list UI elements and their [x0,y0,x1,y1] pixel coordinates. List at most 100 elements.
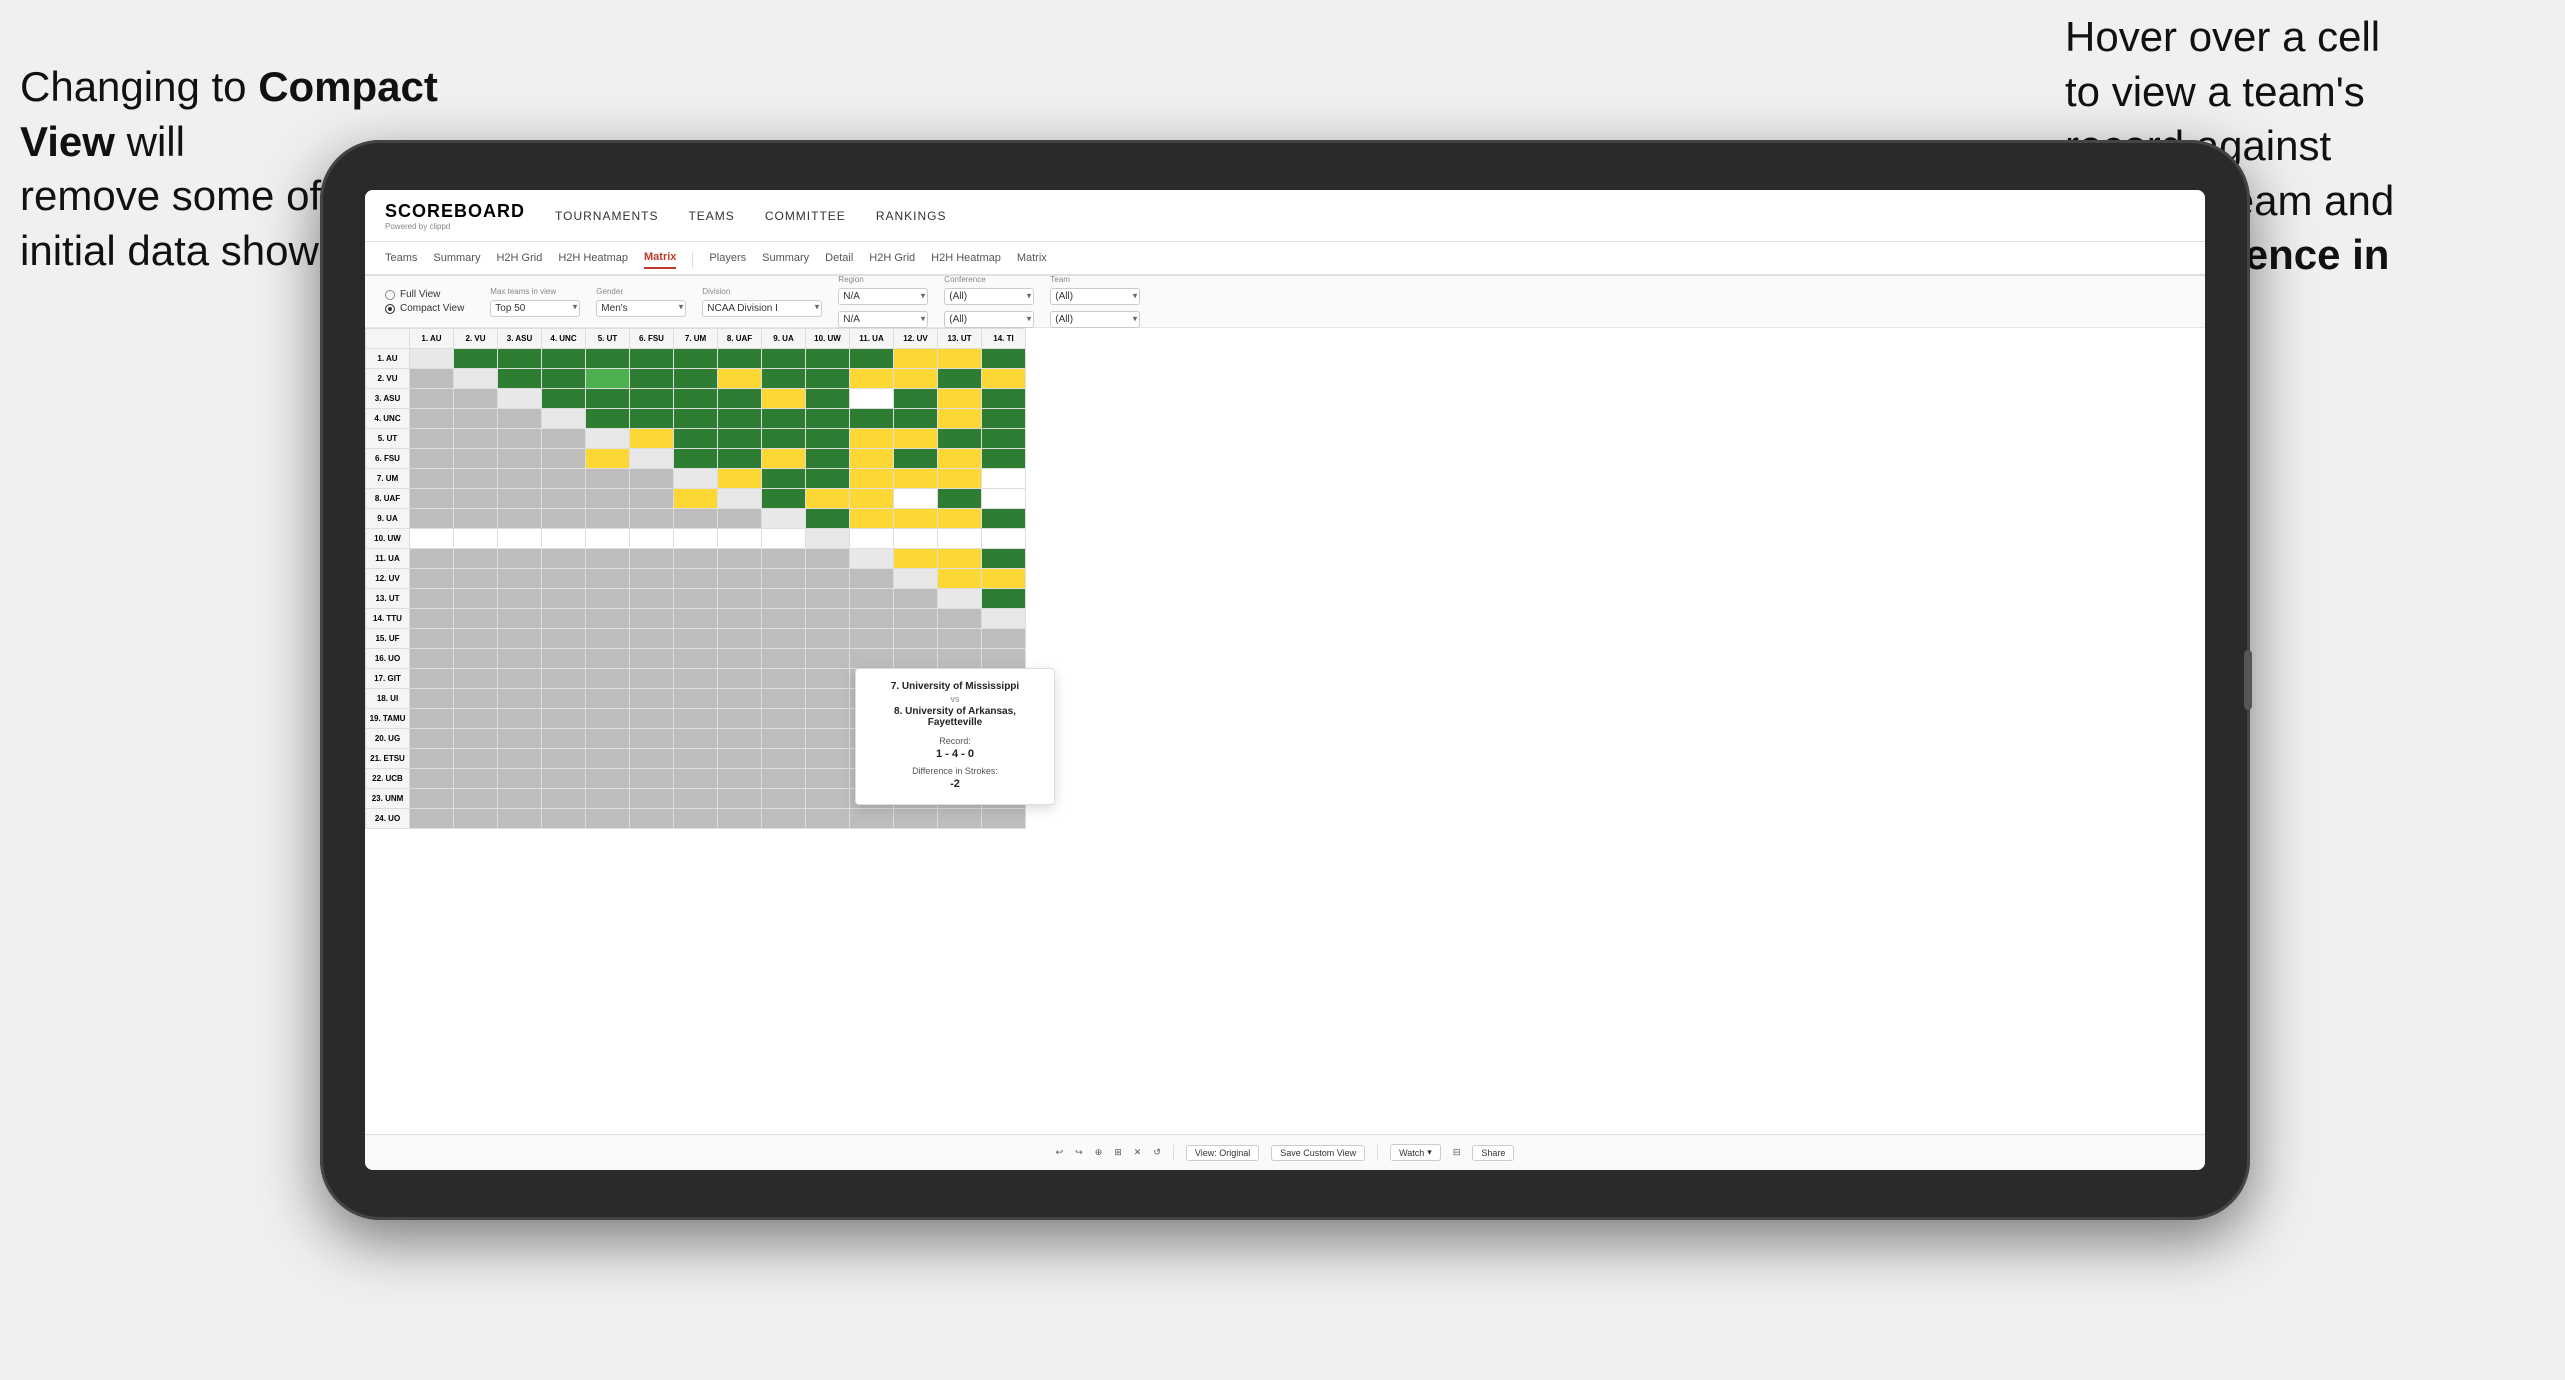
matrix-cell[interactable] [674,369,718,389]
matrix-cell[interactable] [630,549,674,569]
matrix-cell[interactable] [542,709,586,729]
matrix-cell[interactable] [498,809,542,829]
matrix-cell[interactable] [982,809,1026,829]
matrix-cell[interactable] [938,429,982,449]
matrix-cell[interactable] [762,449,806,469]
matrix-cell[interactable] [894,809,938,829]
matrix-cell[interactable] [674,429,718,449]
matrix-cell[interactable] [454,749,498,769]
matrix-cell[interactable] [498,649,542,669]
matrix-cell[interactable] [586,509,630,529]
matrix-cell[interactable] [762,809,806,829]
matrix-cell[interactable] [542,689,586,709]
matrix-cell[interactable] [674,409,718,429]
matrix-cell[interactable] [498,489,542,509]
matrix-cell[interactable] [410,529,454,549]
matrix-cell[interactable] [586,389,630,409]
matrix-scroll[interactable]: 1. AU 2. VU 3. ASU 4. UNC 5. UT 6. FSU 7… [365,328,2205,1134]
matrix-cell[interactable] [410,609,454,629]
matrix-cell[interactable] [718,469,762,489]
matrix-cell[interactable] [850,809,894,829]
matrix-cell[interactable] [630,629,674,649]
save-custom-btn[interactable]: Save Custom View [1271,1145,1365,1161]
matrix-cell[interactable] [894,609,938,629]
matrix-cell[interactable] [938,609,982,629]
matrix-cell[interactable] [850,409,894,429]
matrix-cell[interactable] [806,689,850,709]
matrix-cell[interactable] [938,809,982,829]
matrix-cell[interactable] [674,709,718,729]
matrix-cell[interactable] [674,769,718,789]
compact-view-radio[interactable] [385,304,395,314]
matrix-cell[interactable] [674,469,718,489]
subnav-teams[interactable]: Teams [385,252,417,268]
matrix-cell[interactable] [454,609,498,629]
matrix-cell[interactable] [850,369,894,389]
matrix-cell[interactable] [894,629,938,649]
matrix-cell[interactable] [586,589,630,609]
matrix-cell[interactable] [938,509,982,529]
matrix-cell[interactable] [938,629,982,649]
matrix-cell[interactable] [806,409,850,429]
subnav-summary1[interactable]: Summary [433,252,480,268]
matrix-cell[interactable] [542,389,586,409]
matrix-cell[interactable] [542,349,586,369]
matrix-cell[interactable] [806,489,850,509]
matrix-cell[interactable] [674,529,718,549]
matrix-cell[interactable] [586,809,630,829]
matrix-cell[interactable] [630,469,674,489]
matrix-cell[interactable] [630,609,674,629]
matrix-cell[interactable] [674,489,718,509]
matrix-cell[interactable] [498,749,542,769]
matrix-cell[interactable] [674,689,718,709]
matrix-cell[interactable] [586,409,630,429]
matrix-cell[interactable] [762,789,806,809]
matrix-cell[interactable] [762,629,806,649]
matrix-cell[interactable] [542,669,586,689]
matrix-cell[interactable] [454,349,498,369]
matrix-cell[interactable] [718,749,762,769]
filter-region-select1[interactable]: N/A [838,288,928,305]
matrix-cell[interactable] [762,509,806,529]
matrix-cell[interactable] [718,389,762,409]
matrix-cell[interactable] [586,669,630,689]
matrix-cell[interactable] [630,809,674,829]
matrix-cell[interactable] [498,429,542,449]
matrix-cell[interactable] [762,649,806,669]
matrix-cell[interactable] [586,729,630,749]
matrix-cell[interactable] [454,369,498,389]
matrix-cell[interactable] [938,349,982,369]
matrix-cell[interactable] [586,429,630,449]
matrix-cell[interactable] [630,589,674,609]
matrix-cell[interactable] [718,449,762,469]
matrix-cell[interactable] [850,349,894,369]
nav-rankings[interactable]: RANKINGS [876,209,947,223]
matrix-cell[interactable] [674,609,718,629]
matrix-cell[interactable] [894,529,938,549]
matrix-cell[interactable] [542,809,586,829]
matrix-cell[interactable] [762,689,806,709]
matrix-cell[interactable] [586,569,630,589]
matrix-cell[interactable] [762,589,806,609]
matrix-cell[interactable] [630,709,674,729]
filter-team-select1[interactable]: (All) [1050,288,1140,305]
matrix-cell[interactable] [982,349,1026,369]
matrix-cell[interactable] [894,369,938,389]
matrix-cell[interactable] [630,649,674,669]
matrix-cell[interactable] [718,769,762,789]
matrix-cell[interactable] [718,609,762,629]
matrix-cell[interactable] [850,389,894,409]
matrix-cell[interactable] [410,769,454,789]
matrix-cell[interactable] [762,749,806,769]
matrix-cell[interactable] [454,449,498,469]
matrix-cell[interactable] [894,549,938,569]
add-btn[interactable]: ⊕ [1095,1147,1103,1158]
subnav-matrix1[interactable]: Matrix [644,251,676,269]
matrix-cell[interactable] [542,469,586,489]
matrix-cell[interactable] [806,729,850,749]
matrix-cell[interactable] [674,569,718,589]
matrix-cell[interactable] [454,729,498,749]
matrix-cell[interactable] [938,489,982,509]
matrix-cell[interactable] [674,629,718,649]
matrix-cell[interactable] [586,369,630,389]
